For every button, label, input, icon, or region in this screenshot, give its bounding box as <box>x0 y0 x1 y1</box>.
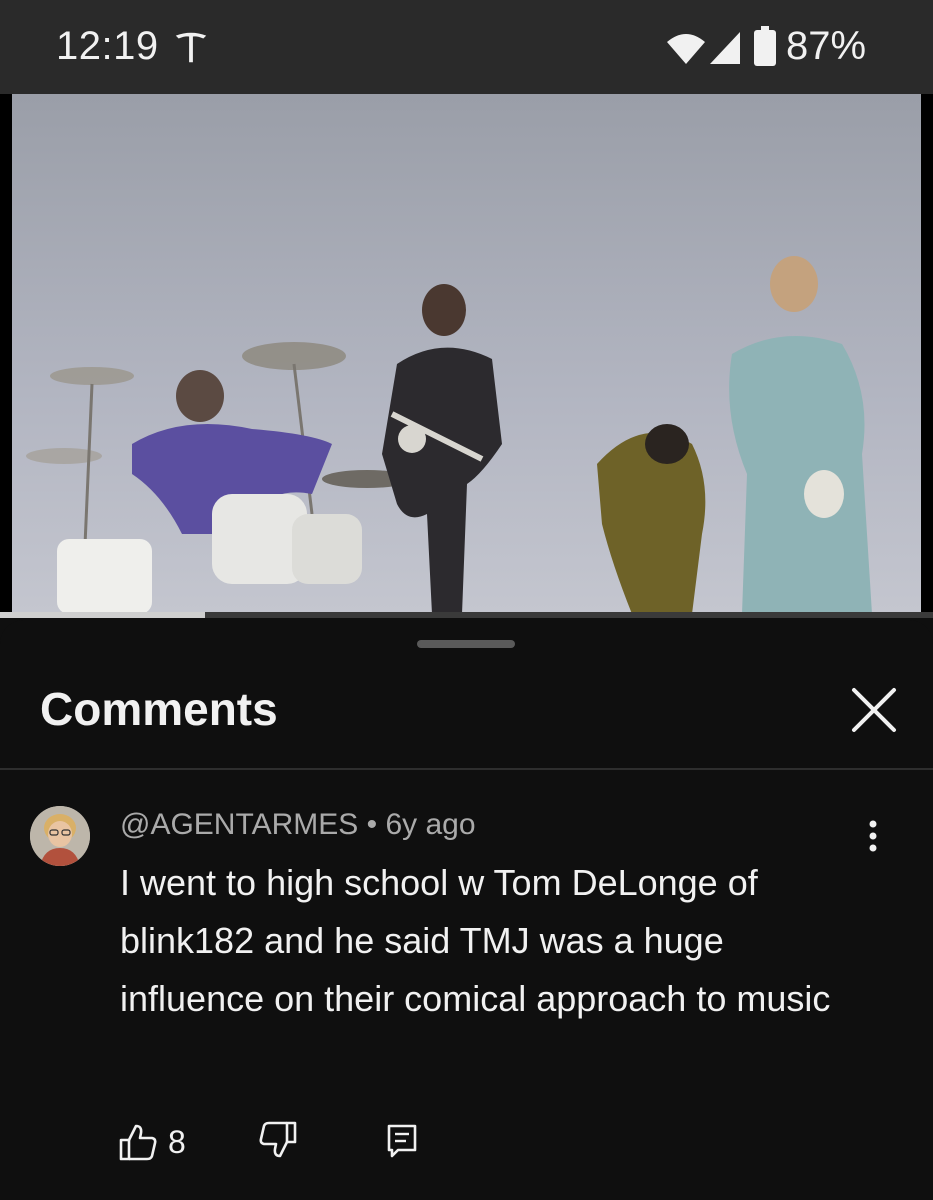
status-bar: 12:19 87% <box>0 0 933 94</box>
thumbs-down-icon <box>259 1121 297 1158</box>
battery-icon <box>754 26 776 66</box>
like-count: 8 <box>168 1124 186 1160</box>
sheet-drag-handle[interactable] <box>417 640 515 648</box>
avatar-image <box>30 806 90 866</box>
thumbs-up-icon <box>119 1124 157 1161</box>
comments-sheet: Comments @AGENTARMES • 6y ago I went to … <box>0 620 933 1200</box>
comment-age: 6y ago <box>385 808 476 841</box>
avatar[interactable] <box>30 806 90 866</box>
battery-percent: 87% <box>786 24 867 68</box>
video-progress-fill <box>0 612 206 618</box>
wifi-icon <box>667 34 705 64</box>
comment-meta: @AGENTARMES • 6y ago <box>120 808 476 842</box>
more-vert-icon[interactable] <box>858 816 888 856</box>
signal-icon <box>710 32 740 64</box>
close-icon[interactable] <box>846 682 902 738</box>
sheet-title: Comments <box>40 683 278 735</box>
reply-button[interactable] <box>384 1120 424 1164</box>
comment-text: I went to high school w Tom DeLonge of b… <box>120 862 831 1019</box>
reply-icon <box>387 1124 417 1158</box>
video-player[interactable] <box>0 94 933 618</box>
like-button[interactable]: 8 <box>118 1120 192 1164</box>
comment-author[interactable]: @AGENTARMES <box>120 808 358 841</box>
meta-separator: • <box>366 808 378 841</box>
tesla-icon <box>175 32 207 63</box>
status-time: 12:19 <box>56 24 159 68</box>
video-frame <box>12 94 921 614</box>
sheet-divider <box>0 768 933 770</box>
video-progress-track[interactable] <box>0 612 933 618</box>
dislike-button[interactable] <box>258 1120 300 1164</box>
